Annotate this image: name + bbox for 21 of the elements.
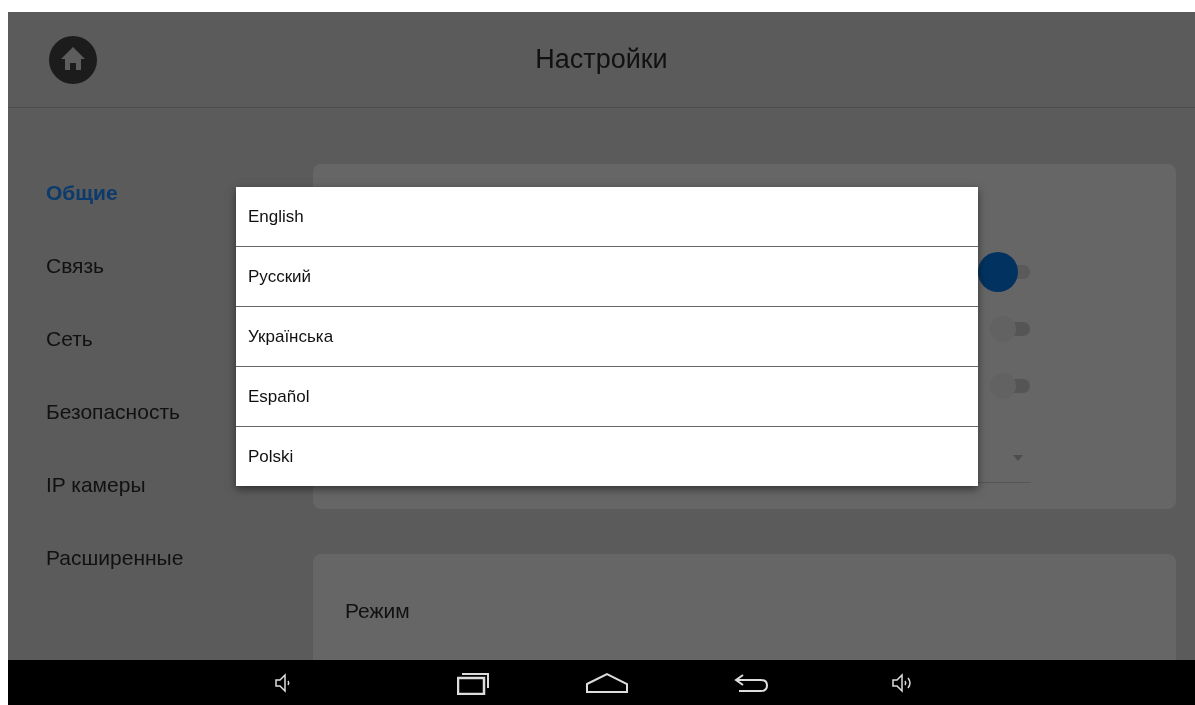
sidebar-item[interactable]: Безопасность [46, 398, 180, 425]
volume-up-icon[interactable] [892, 672, 914, 693]
sidebar-item[interactable]: Сеть [46, 325, 93, 352]
sidebar-item[interactable]: Расширенные [46, 544, 184, 571]
back-icon[interactable] [733, 672, 769, 693]
recent-apps-icon[interactable] [457, 670, 489, 695]
menu-item[interactable]: Polski [236, 427, 978, 486]
home-icon[interactable] [49, 35, 97, 84]
card-title: Режим [345, 599, 410, 622]
caret-icon [1013, 454, 1023, 461]
sidebar-item[interactable]: Общие [46, 179, 118, 206]
sidebar-item[interactable]: IP камеры [46, 471, 146, 498]
home-outline-icon[interactable] [585, 671, 629, 694]
sidebar-item[interactable]: Связь [46, 252, 105, 279]
toggle-switch[interactable] [978, 252, 1030, 292]
volume-down-icon[interactable] [275, 672, 291, 693]
screen-title: Настройки [535, 44, 668, 75]
menu-item[interactable]: Español [236, 367, 978, 427]
menu-item[interactable]: English [236, 187, 978, 247]
menu-item[interactable]: Українська [236, 307, 978, 367]
menu-item[interactable]: Русский [236, 247, 978, 307]
